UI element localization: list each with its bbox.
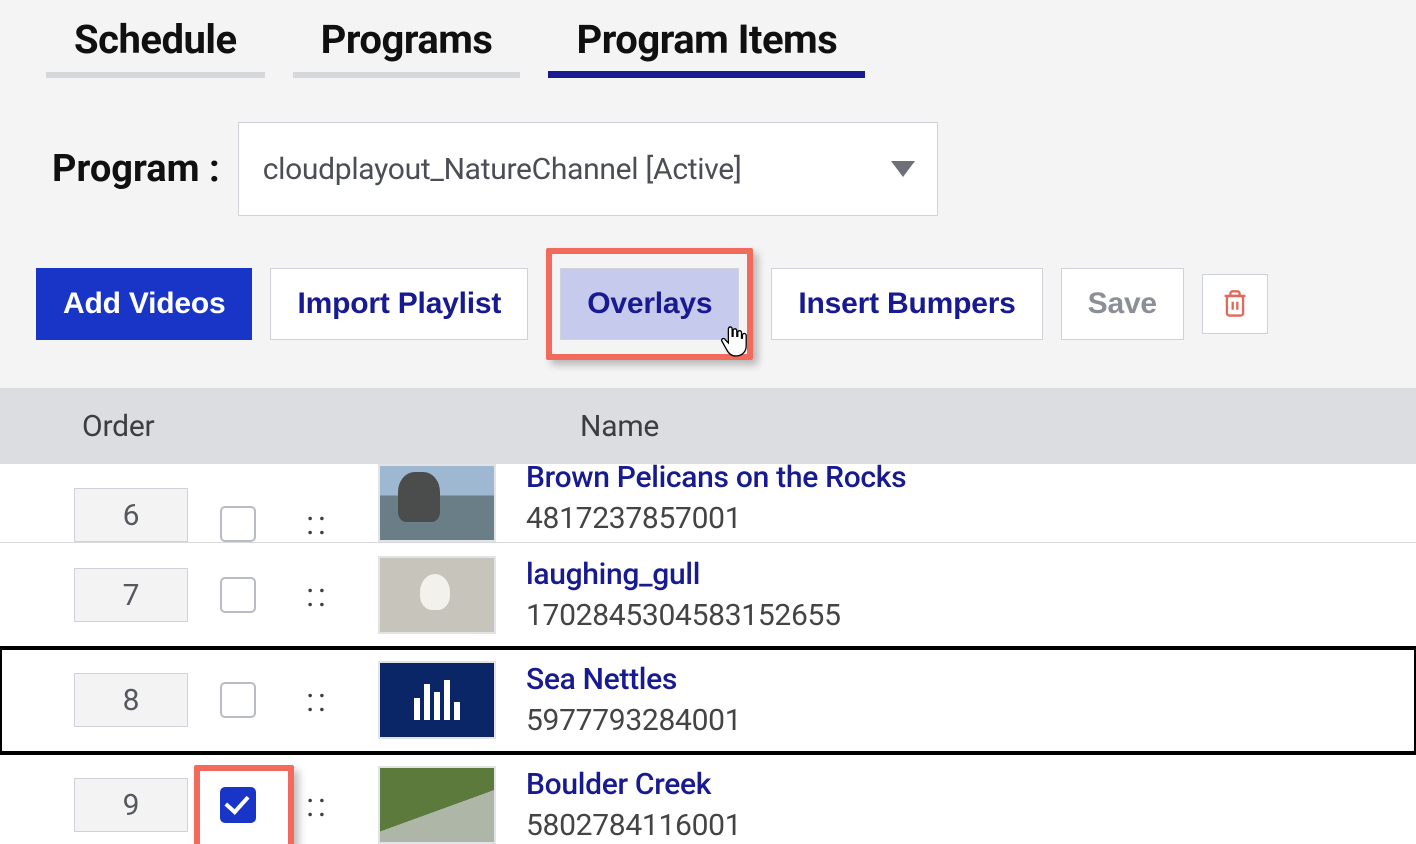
order-box[interactable]: 9 (74, 778, 188, 832)
video-thumbnail[interactable] (378, 464, 496, 542)
video-thumbnail[interactable] (378, 556, 496, 634)
row-checkbox[interactable] (220, 506, 256, 542)
tab-programs[interactable]: Programs (293, 14, 521, 78)
drag-handle-icon[interactable]: :: (288, 576, 348, 614)
video-title[interactable]: Sea Nettles (526, 662, 1416, 697)
column-header-order: Order (82, 409, 580, 444)
video-id: 5977793284001 (526, 703, 1416, 738)
video-thumbnail[interactable] (378, 766, 496, 844)
toolbar: Add Videos Import Playlist Overlays Inse… (36, 248, 1416, 360)
tab-schedule[interactable]: Schedule (46, 14, 265, 78)
drag-handle-icon[interactable]: :: (288, 504, 348, 542)
tab-program-items[interactable]: Program Items (548, 14, 865, 78)
order-box[interactable]: 6 (74, 488, 188, 542)
drag-handle-icon[interactable]: :: (288, 786, 348, 824)
video-title[interactable]: Brown Pelicans on the Rocks (526, 460, 1416, 495)
delete-button[interactable] (1202, 274, 1268, 334)
row-checkbox[interactable] (220, 787, 256, 823)
video-title[interactable]: Boulder Creek (526, 767, 1416, 802)
program-label: Program : (52, 147, 220, 191)
tab-bar: Schedule Programs Program Items (0, 14, 1416, 78)
video-thumbnail[interactable] (378, 661, 496, 739)
order-box[interactable]: 8 (74, 673, 188, 727)
insert-bumpers-button[interactable]: Insert Bumpers (771, 268, 1042, 340)
add-videos-button[interactable]: Add Videos (36, 268, 252, 340)
row-meta: Sea Nettles 5977793284001 (526, 662, 1416, 738)
overlays-highlight-annotation: Overlays (546, 248, 753, 360)
drag-handle-icon[interactable]: :: (288, 681, 348, 719)
video-title[interactable]: laughing_gull (526, 557, 1416, 592)
program-items-table: Order Name 6::Brown Pelicans on the Rock… (0, 388, 1416, 844)
row-meta: Brown Pelicans on the Rocks 4817237857001 (526, 460, 1416, 542)
video-id: 4817237857001 (526, 501, 1416, 536)
cursor-hand-icon (719, 324, 749, 358)
table-row[interactable]: 6::Brown Pelicans on the Rocks4817237857… (0, 464, 1416, 543)
video-id: 5802784116001 (526, 808, 1416, 843)
row-checkbox-wrap (188, 506, 288, 542)
table-row[interactable]: 8::Sea Nettles5977793284001 (0, 648, 1416, 753)
row-meta: Boulder Creek 5802784116001 (526, 767, 1416, 843)
row-checkbox[interactable] (220, 577, 256, 613)
table-row[interactable]: 7::laughing_gull1702845304583152655 (0, 543, 1416, 648)
table-body: 6::Brown Pelicans on the Rocks4817237857… (0, 464, 1416, 844)
row-checkbox-wrap (188, 682, 288, 718)
column-header-name: Name (580, 409, 1416, 444)
table-header: Order Name (0, 388, 1416, 464)
row-checkbox[interactable] (220, 682, 256, 718)
table-row[interactable]: 9::Boulder Creek5802784116001 (0, 753, 1416, 844)
order-box[interactable]: 7 (74, 568, 188, 622)
program-select-value: cloudplayout_NatureChannel [Active] (263, 152, 742, 187)
program-selector-row: Program : cloudplayout_NatureChannel [Ac… (52, 122, 1416, 216)
import-playlist-button[interactable]: Import Playlist (270, 268, 528, 340)
overlays-button[interactable]: Overlays (560, 268, 739, 340)
video-id: 1702845304583152655 (526, 598, 1416, 633)
row-meta: laughing_gull 1702845304583152655 (526, 557, 1416, 633)
trash-icon (1221, 289, 1249, 319)
program-select[interactable]: cloudplayout_NatureChannel [Active] (238, 122, 938, 216)
save-button[interactable]: Save (1061, 268, 1184, 340)
row-checkbox-wrap (188, 787, 288, 823)
row-checkbox-wrap (188, 577, 288, 613)
chevron-down-icon (891, 161, 915, 177)
